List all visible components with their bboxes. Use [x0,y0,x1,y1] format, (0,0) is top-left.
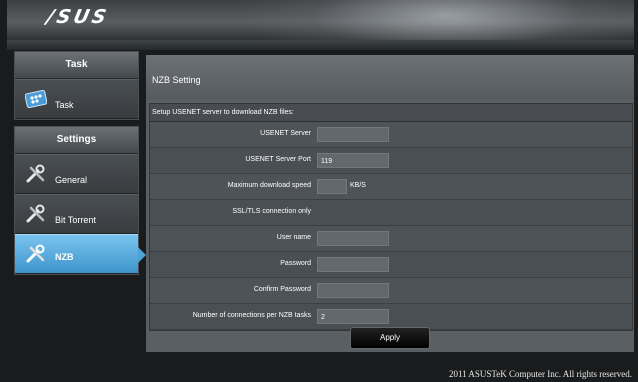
page-title: NZB Setting [152,75,201,85]
password-input[interactable] [317,257,389,272]
settings-table: Setup USENET server to download NZB file… [149,103,633,331]
sidebar-settings-header: Settings [15,127,138,154]
sidebar-settings-section: Settings General Bit Torrent NZB [14,126,146,275]
confirm-password-input[interactable] [317,283,389,298]
connections-label: Number of connections per NZB tasks [192,312,311,319]
apply-button[interactable]: Apply [350,327,430,349]
confirm-password-label: Confirm Password [253,286,311,293]
section-header: Setup USENET server to download NZB file… [150,104,632,122]
sidebar-item-nzb-label: NZB [55,252,74,262]
usenet-port-input[interactable]: 119 [317,153,389,168]
connections-input[interactable]: 2 [317,309,389,324]
sidebar-item-bit-torrent[interactable]: Bit Torrent [15,194,138,234]
sidebar-item-nzb[interactable]: NZB [15,234,146,274]
tools-icon [26,204,45,223]
usenet-server-label: USENET Server [260,130,311,137]
field-row-max-download-speed: Maximum download speed KB/S [150,174,632,200]
field-row-password: Password [150,252,632,278]
username-input[interactable] [317,231,389,246]
sidebar-task-header: Task [15,52,138,79]
copyright-footer: 2011 ASUSTeK Computer Inc. All rights re… [448,369,632,379]
usenet-server-input[interactable] [317,127,389,142]
active-indicator-arrow [138,247,146,263]
sidebar-item-bit-torrent-label: Bit Torrent [55,215,96,225]
ssl-tls-label: SSL/TLS connection only [232,208,311,215]
field-row-usenet-port: USENET Server Port 119 [150,148,632,174]
banner-glow [237,0,634,40]
asus-logo: /SUS [44,6,112,28]
max-download-speed-label: Maximum download speed [227,182,311,189]
usenet-port-label: USENET Server Port [245,156,311,163]
top-banner: /SUS [7,0,634,40]
nzb-setting-panel: NZB Setting Setup USENET server to downl… [146,55,634,352]
field-row-username: User name [150,226,632,252]
max-download-speed-input[interactable] [317,179,347,194]
field-row-confirm-password: Confirm Password [150,278,632,304]
panel-title-bar: NZB Setting [146,55,634,99]
tools-icon [26,164,45,183]
tools-icon [26,244,45,263]
field-row-usenet-server: USENET Server [150,122,632,148]
sidebar-task-section: Task Task [14,51,139,120]
sidebar-item-task[interactable]: Task [15,79,138,119]
username-label: User name [276,234,311,241]
field-row-ssl-tls: SSL/TLS connection only [150,200,632,226]
password-label: Password [280,260,311,267]
banner-separator [7,40,634,50]
sidebar-item-task-label: Task [55,100,74,110]
task-grid-icon [25,89,47,109]
sidebar-item-general[interactable]: General [15,154,138,194]
speed-unit: KB/S [350,182,366,189]
sidebar-item-general-label: General [55,175,88,185]
